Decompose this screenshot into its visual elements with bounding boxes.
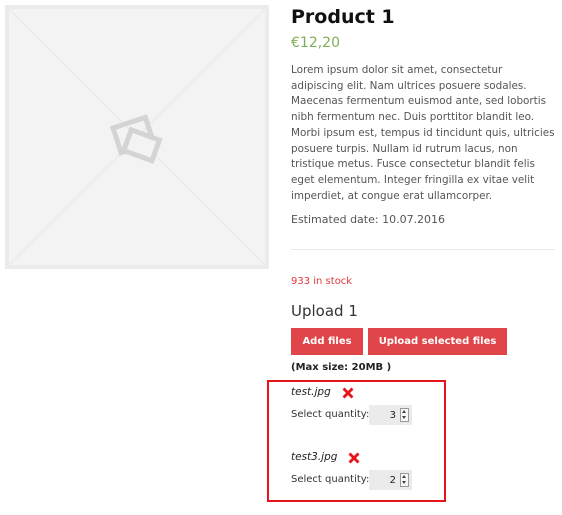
max-size-label: (Max size: 20MB ): [291, 362, 392, 373]
add-files-button[interactable]: Add files: [291, 328, 363, 355]
product-price: €12,20: [291, 35, 340, 51]
image-placeholder-icon: [9, 9, 265, 265]
upload-selected-files-button[interactable]: Upload selected files: [368, 328, 507, 355]
highlight-box: [267, 380, 446, 502]
upload-title: Upload 1: [291, 302, 358, 320]
product-description: Lorem ipsum dolor sit amet, consectetur …: [291, 64, 555, 202]
product-image: [5, 5, 269, 269]
product-title: Product 1: [291, 6, 395, 28]
estimated-date: Estimated date: 10.07.2016: [291, 213, 446, 226]
stock-status: 933 in stock: [291, 276, 353, 287]
divider: [291, 249, 555, 250]
